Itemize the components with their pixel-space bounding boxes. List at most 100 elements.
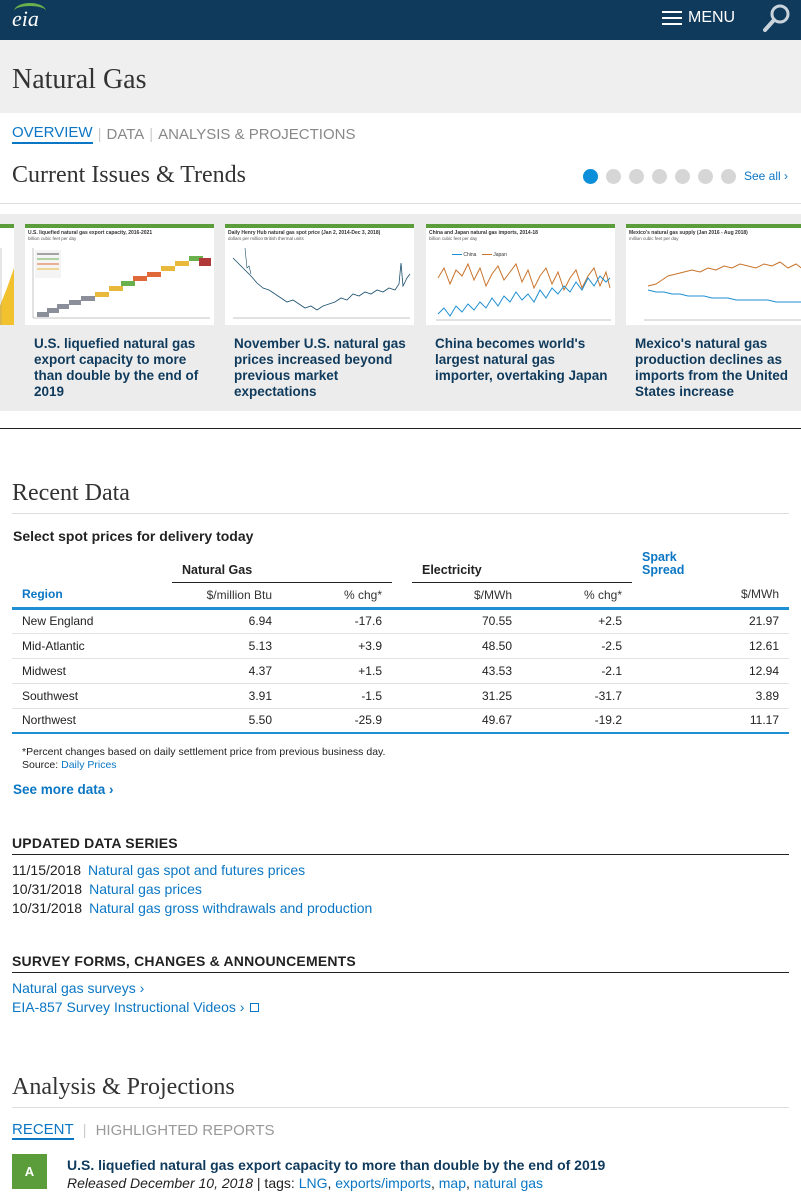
- carousel-card[interactable]: Mexico's natural gas supply (Jan 2016 - …: [626, 224, 801, 411]
- carousel-dot[interactable]: [583, 169, 598, 184]
- tab-analysis-projections[interactable]: ANALYSIS & PROJECTIONS: [158, 126, 355, 143]
- section-divider: [0, 428, 801, 429]
- gas-change-cell: -1.5: [282, 683, 392, 709]
- gas-change-cell: +1.5: [282, 658, 392, 684]
- card-thumbnail: Daily Henry Hub natural gas spot price (…: [225, 224, 414, 325]
- tab-highlighted-reports[interactable]: HIGHLIGHTED REPORTS: [96, 1122, 275, 1139]
- col-gas-change: % chg*: [282, 582, 392, 610]
- elec-change-cell: -31.7: [522, 683, 632, 709]
- hamburger-icon: [662, 11, 682, 25]
- spark-spread-cell: 3.89: [632, 683, 789, 709]
- card-thumbnail: Mexico's natural gas supply (Jan 2016 - …: [626, 224, 801, 325]
- sub-navigation: OVERVIEW | DATA | ANALYSIS & PROJECTIONS: [12, 124, 355, 144]
- spot-prices-table: Natural Gas Electricity Spark Spread Reg…: [12, 548, 789, 734]
- analysis-badge: A: [12, 1154, 47, 1189]
- tag-link[interactable]: LNG: [299, 1175, 328, 1191]
- gas-price-cell: 5.50: [172, 708, 282, 734]
- elec-change-cell: -2.1: [522, 658, 632, 684]
- eia-logo[interactable]: eia: [12, 6, 39, 32]
- divider: [12, 1107, 789, 1108]
- carousel-dot[interactable]: [698, 169, 713, 184]
- see-all-link[interactable]: See all ›: [744, 169, 788, 183]
- series-link[interactable]: Natural gas spot and futures prices: [88, 862, 305, 878]
- elec-price-cell: 49.67: [412, 708, 522, 734]
- gas-change-cell: -25.9: [282, 708, 392, 734]
- spark-spread-cell: 12.94: [632, 658, 789, 684]
- elec-price-cell: 31.25: [412, 683, 522, 709]
- tab-separator: |: [149, 125, 154, 143]
- tab-data[interactable]: DATA: [106, 126, 144, 143]
- menu-label: MENU: [688, 9, 736, 26]
- card-thumbnail: U.S. liquefied natural gas export capaci…: [25, 224, 214, 325]
- carousel-dot[interactable]: [652, 169, 667, 184]
- col-elec-change: % chg*: [522, 582, 632, 610]
- spark-spread-cell: 11.17: [632, 708, 789, 734]
- region-cell: New England: [12, 608, 172, 634]
- card-title[interactable]: November U.S. natural gas prices increas…: [234, 336, 410, 400]
- region-cell: Northwest: [12, 708, 172, 734]
- gas-change-cell: -17.6: [282, 608, 392, 634]
- group-natural-gas: Natural Gas: [172, 548, 392, 583]
- gas-price-cell: 5.13: [172, 633, 282, 659]
- survey-heading: SURVEY FORMS, CHANGES & ANNOUNCEMENTS: [12, 953, 789, 973]
- menu-button[interactable]: MENU: [662, 9, 735, 27]
- search-icon[interactable]: [762, 3, 792, 33]
- tab-overview[interactable]: OVERVIEW: [12, 124, 93, 144]
- elec-change-cell: +2.5: [522, 608, 632, 634]
- group-spark-spread[interactable]: Spark Spread: [632, 548, 789, 582]
- carousel-card-partial[interactable]: [0, 224, 14, 411]
- trends-heading: Current Issues & Trends: [12, 162, 247, 188]
- region-cell: Southwest: [12, 683, 172, 709]
- region-cell: Midwest: [12, 658, 172, 684]
- divider: [12, 513, 789, 514]
- elec-price-cell: 43.53: [412, 658, 522, 684]
- carousel-card[interactable]: China and Japan natural gas imports, 201…: [426, 224, 615, 411]
- card-title[interactable]: China becomes world's largest natural ga…: [435, 336, 611, 384]
- spark-spread-cell: 12.61: [632, 633, 789, 659]
- table-footnote: *Percent changes based on daily settleme…: [22, 746, 385, 772]
- updated-series-heading: UPDATED DATA SERIES: [12, 835, 789, 855]
- gas-price-cell: 6.94: [172, 608, 282, 634]
- top-bar: eia MENU: [0, 0, 801, 40]
- page-title: Natural Gas: [12, 64, 147, 95]
- analysis-tabs: RECENT | HIGHLIGHTED REPORTS: [12, 1121, 275, 1140]
- col-spark-spread: $/MWh: [632, 582, 789, 610]
- series-link[interactable]: Natural gas prices: [89, 881, 202, 897]
- series-date: 10/31/2018: [12, 900, 83, 916]
- tab-recent[interactable]: RECENT: [12, 1121, 74, 1140]
- carousel-card[interactable]: U.S. liquefied natural gas export capaci…: [25, 224, 214, 411]
- gas-price-cell: 3.91: [172, 683, 282, 709]
- carousel-dot[interactable]: [721, 169, 736, 184]
- tag-link[interactable]: natural gas: [474, 1175, 543, 1191]
- gas-change-cell: +3.9: [282, 633, 392, 659]
- card-title[interactable]: U.S. liquefied natural gas export capaci…: [34, 336, 210, 400]
- col-region: Region: [12, 582, 172, 610]
- series-link[interactable]: Natural gas gross withdrawals and produc…: [89, 900, 372, 916]
- daily-prices-link[interactable]: Daily Prices: [61, 759, 116, 771]
- list-item: 11/15/2018 Natural gas spot and futures p…: [12, 862, 305, 878]
- eia-857-videos-link[interactable]: EIA-857 Survey Instructional Videos ›: [12, 999, 244, 1015]
- recent-data-heading: Recent Data: [12, 480, 130, 506]
- group-electricity: Electricity: [412, 548, 632, 583]
- list-item: 10/31/2018 Natural gas prices: [12, 881, 202, 897]
- table-row: Southwest 3.91 -1.5 31.25 -31.7 3.89: [12, 683, 789, 709]
- card-title[interactable]: Mexico's natural gas production declines…: [635, 336, 801, 400]
- see-more-data-link[interactable]: See more data ›: [13, 782, 114, 797]
- tag-link[interactable]: exports/imports: [335, 1175, 431, 1191]
- table-row: New England 6.94 -17.6 70.55 +2.5 21.97: [12, 608, 789, 634]
- natural-gas-surveys-link[interactable]: Natural gas surveys ›: [12, 980, 144, 996]
- carousel-dot[interactable]: [675, 169, 690, 184]
- carousel-dot[interactable]: [606, 169, 621, 184]
- table-row: Northwest 5.50 -25.9 49.67 -19.2 11.17: [12, 708, 789, 734]
- source-label: Source:: [22, 759, 59, 771]
- region-cell: Mid-Atlantic: [12, 633, 172, 659]
- carousel-dot[interactable]: [629, 169, 644, 184]
- trends-carousel[interactable]: U.S. liquefied natural gas export capaci…: [0, 214, 801, 411]
- tag-link[interactable]: map: [439, 1175, 466, 1191]
- carousel-card[interactable]: Daily Henry Hub natural gas spot price (…: [225, 224, 414, 411]
- series-date: 10/31/2018: [12, 881, 83, 897]
- card-thumbnail: China and Japan natural gas imports, 201…: [426, 224, 615, 325]
- report-tags: LNG, exports/imports, map, natural gas: [298, 1175, 544, 1191]
- gas-price-cell: 4.37: [172, 658, 282, 684]
- report-title-link[interactable]: U.S. liquefied natural gas export capaci…: [67, 1157, 605, 1173]
